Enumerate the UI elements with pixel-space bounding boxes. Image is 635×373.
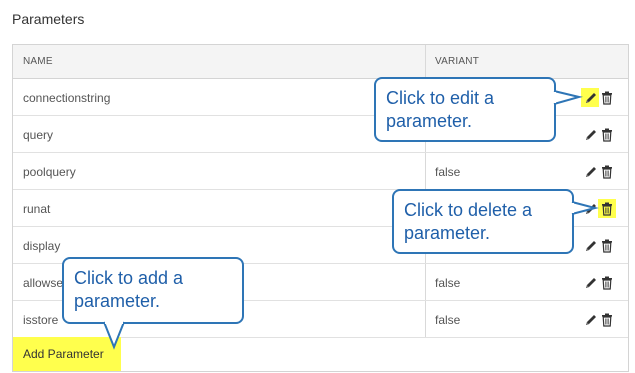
- row-actions: [584, 127, 616, 143]
- trash-icon[interactable]: [600, 312, 614, 328]
- pencil-icon[interactable]: [584, 90, 598, 106]
- column-header-name: NAME: [23, 56, 53, 67]
- pencil-icon[interactable]: [584, 275, 598, 291]
- callout-add: Click to add a parameter.: [62, 257, 244, 324]
- page-title: Parameters: [12, 11, 85, 27]
- row-actions: [584, 312, 616, 328]
- trash-icon[interactable]: [600, 275, 614, 291]
- trash-icon[interactable]: [600, 127, 614, 143]
- pencil-icon[interactable]: [584, 127, 598, 143]
- callout-edit-text: Click to edit a parameter.: [386, 88, 495, 131]
- row-variant: false: [435, 313, 461, 327]
- trash-icon[interactable]: [600, 238, 614, 254]
- trash-icon[interactable]: [600, 164, 614, 180]
- row-name: isstore: [23, 313, 59, 327]
- table-header: NAME VARIANT: [13, 45, 628, 79]
- table-row: poolquery false: [13, 153, 628, 190]
- row-actions: [584, 238, 616, 254]
- callout-edit: Click to edit a parameter.: [374, 77, 556, 142]
- row-actions: [584, 164, 616, 180]
- callout-add-pointer: [103, 321, 125, 350]
- row-actions: [581, 88, 616, 107]
- row-name: connectionstring: [23, 91, 111, 105]
- row-name: poolquery: [23, 165, 76, 179]
- callout-delete-text: Click to delete a parameter.: [404, 200, 533, 243]
- callout-delete-pointer: [571, 201, 599, 215]
- trash-icon[interactable]: [600, 201, 614, 217]
- pencil-icon[interactable]: [584, 238, 598, 254]
- row-actions: [584, 275, 616, 291]
- row-variant: false: [435, 165, 461, 179]
- row-name: allowse: [23, 276, 64, 290]
- pencil-icon[interactable]: [584, 312, 598, 328]
- callout-add-text: Click to add a parameter.: [74, 268, 184, 311]
- column-header-variant: VARIANT: [435, 56, 479, 67]
- row-name: runat: [23, 202, 51, 216]
- trash-icon[interactable]: [600, 90, 614, 106]
- callout-edit-pointer: [553, 90, 583, 105]
- callout-delete: Click to delete a parameter.: [392, 189, 574, 254]
- pencil-icon[interactable]: [584, 164, 598, 180]
- row-name: display: [23, 239, 61, 253]
- row-variant: false: [435, 276, 461, 290]
- row-name: query: [23, 128, 54, 142]
